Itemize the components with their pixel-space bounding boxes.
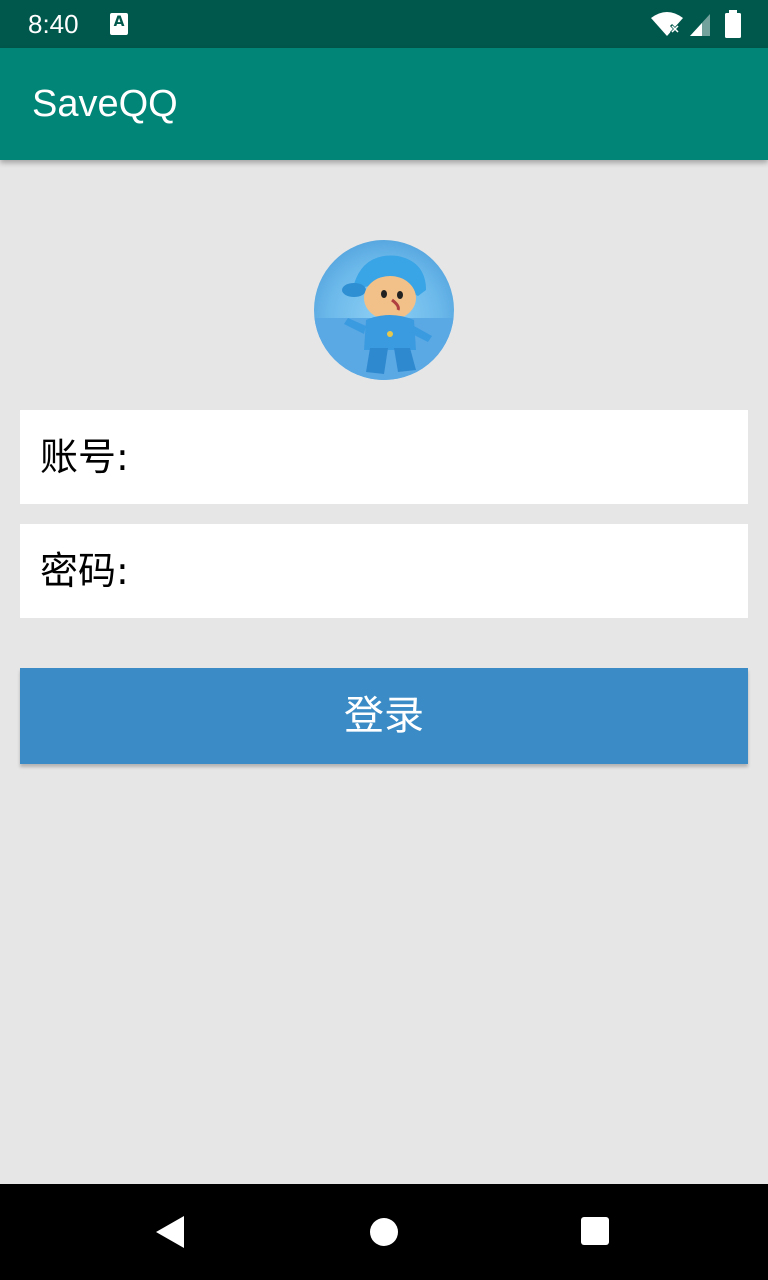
cell-signal-icon <box>690 14 710 36</box>
account-input[interactable] <box>140 424 734 492</box>
home-icon[interactable] <box>369 1217 399 1247</box>
recents-icon[interactable] <box>580 1216 610 1246</box>
password-label: 密码: <box>40 549 129 593</box>
back-icon[interactable] <box>154 1214 186 1250</box>
app-title: SaveQQ <box>32 83 178 125</box>
wifi-off-icon <box>651 12 683 36</box>
account-label: 账号: <box>40 435 129 479</box>
avatar-image <box>314 255 454 380</box>
account-field[interactable]: 账号: <box>20 410 748 504</box>
status-icons <box>650 10 742 38</box>
pocoyo-avatar <box>314 240 454 380</box>
password-field[interactable]: 密码: <box>20 524 748 618</box>
notification-letter: A <box>113 14 125 30</box>
app-bar: SaveQQ <box>0 48 768 160</box>
nav-bar <box>0 1184 768 1280</box>
battery-icon <box>725 10 741 38</box>
status-bar: 8:40 A <box>0 0 768 48</box>
notification-a-icon: A <box>110 13 128 35</box>
status-time: 8:40 <box>28 9 79 39</box>
password-input[interactable] <box>140 538 734 606</box>
login-button[interactable]: 登录 <box>20 668 748 764</box>
